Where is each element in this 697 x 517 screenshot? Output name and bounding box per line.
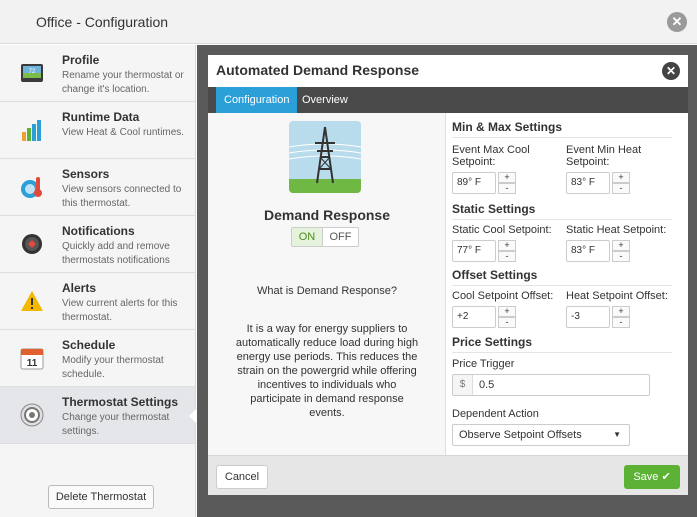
sensor-icon xyxy=(20,175,44,199)
increment-button[interactable]: + xyxy=(612,240,630,251)
sidebar-item-notifications[interactable]: Notifications Quickly add and remove the… xyxy=(0,216,195,273)
sidebar-item-title: Sensors xyxy=(62,167,110,181)
cancel-button[interactable]: Cancel xyxy=(216,465,268,489)
settings-icon xyxy=(20,403,44,427)
heat-offset-value[interactable]: -3 xyxy=(566,306,610,328)
increment-button[interactable]: + xyxy=(612,172,630,183)
tab-overview[interactable]: Overview xyxy=(294,87,356,113)
checkmark-icon: ✔ xyxy=(661,471,671,483)
static-heat-label: Static Heat Setpoint: xyxy=(566,224,667,236)
max-cool-value[interactable]: 89° F xyxy=(452,172,496,194)
sidebar-item-description: Change your thermostat settings. xyxy=(62,412,170,437)
modal-header: Automated Demand Response ✕ xyxy=(208,55,688,87)
section-heading-static: Static Settings xyxy=(452,202,672,220)
sidebar-item-alerts[interactable]: Alerts View current alerts for this ther… xyxy=(0,273,195,330)
window-titlebar: Office - Configuration ✕ xyxy=(0,0,697,44)
svg-text:72: 72 xyxy=(29,69,36,75)
sidebar-item-schedule[interactable]: 11 Schedule Modify your thermostat sched… xyxy=(0,330,195,387)
save-label: Save xyxy=(633,471,659,483)
sidebar-item-description: Quickly add and remove thermostats notif… xyxy=(62,241,170,266)
price-trigger-label: Price Trigger xyxy=(452,358,515,370)
sidebar-item-title: Thermostat Settings xyxy=(62,395,179,409)
cool-offset-value[interactable]: +2 xyxy=(452,306,496,328)
toggle-off[interactable]: OFF xyxy=(322,228,358,246)
dependent-action-select[interactable]: Observe Setpoint Offsets ▼ xyxy=(452,424,630,446)
static-heat-value[interactable]: 83° F xyxy=(566,240,610,262)
increment-button[interactable]: + xyxy=(498,240,516,251)
decrement-button[interactable]: - xyxy=(612,251,630,262)
window-close-icon[interactable]: ✕ xyxy=(667,12,687,32)
sidebar-item-title: Runtime Data xyxy=(62,110,140,124)
section-heading-price: Price Settings xyxy=(452,335,672,353)
sidebar-item-runtime-data[interactable]: Runtime Data View Heat & Cool runtimes. xyxy=(0,102,195,159)
close-icon[interactable]: ✕ xyxy=(662,62,680,80)
decrement-button[interactable]: - xyxy=(612,183,630,194)
heat-offset-stepper[interactable]: -3 + - xyxy=(566,306,636,328)
sidebar-item-title: Profile xyxy=(62,53,100,67)
demand-response-toggle[interactable]: ON OFF xyxy=(291,227,359,247)
increment-button[interactable]: + xyxy=(498,172,516,183)
max-cool-stepper[interactable]: 89° F + - xyxy=(452,172,522,194)
demand-response-title: Demand Response xyxy=(263,207,391,223)
sidebar-item-description: View sensors connected to this thermosta… xyxy=(62,184,182,209)
notification-icon xyxy=(20,232,44,256)
sidebar-item-sensors[interactable]: Sensors View sensors connected to this t… xyxy=(0,159,195,216)
dependent-action-label: Dependent Action xyxy=(452,408,539,420)
min-heat-label: Event Min Heat Setpoint: xyxy=(566,144,642,168)
static-cool-label: Static Cool Setpoint: xyxy=(452,224,552,236)
decrement-button[interactable]: - xyxy=(612,317,630,328)
static-cool-stepper[interactable]: 77° F + - xyxy=(452,240,522,262)
save-button[interactable]: Save ✔ xyxy=(624,465,680,489)
sidebar: 72 Profile Rename your thermostat or cha… xyxy=(0,45,196,517)
static-heat-stepper[interactable]: 83° F + - xyxy=(566,240,636,262)
section-heading-minmax: Min & Max Settings xyxy=(452,120,672,138)
power-tower-icon xyxy=(289,121,361,193)
settings-pane: Min & Max Settings Event Max Cool Setpoi… xyxy=(447,113,688,455)
sidebar-item-profile[interactable]: 72 Profile Rename your thermostat or cha… xyxy=(0,45,195,102)
section-heading-offset: Offset Settings xyxy=(452,268,672,286)
decrement-button[interactable]: - xyxy=(498,251,516,262)
demand-response-modal: Automated Demand Response ✕ Configuratio… xyxy=(208,55,688,495)
decrement-button[interactable]: - xyxy=(498,183,516,194)
calendar-icon: 11 xyxy=(20,346,44,370)
tab-bar: Configuration Overview xyxy=(208,87,688,113)
sidebar-item-description: View current alerts for this thermostat. xyxy=(62,298,178,323)
sidebar-item-thermostat-settings[interactable]: Thermostat Settings Change your thermost… xyxy=(0,387,196,444)
price-trigger-value[interactable]: 0.5 xyxy=(479,375,494,395)
static-cool-value[interactable]: 77° F xyxy=(452,240,496,262)
demand-response-info: Demand Response ON OFF What is Demand Re… xyxy=(208,113,446,455)
decrement-button[interactable]: - xyxy=(498,317,516,328)
sidebar-item-description: View Heat & Cool runtimes. xyxy=(62,127,185,138)
active-indicator xyxy=(189,409,196,423)
cool-offset-stepper[interactable]: +2 + - xyxy=(452,306,522,328)
min-heat-stepper[interactable]: 83° F + - xyxy=(566,172,636,194)
dependent-action-value[interactable]: Observe Setpoint Offsets xyxy=(459,429,582,441)
toggle-on[interactable]: ON xyxy=(292,228,322,246)
modal-title: Automated Demand Response xyxy=(216,62,420,78)
window-title: Office - Configuration xyxy=(36,14,169,30)
increment-button[interactable]: + xyxy=(498,306,516,317)
max-cool-label: Event Max Cool Setpoint: xyxy=(452,144,530,168)
calendar-day: 11 xyxy=(27,358,38,369)
heat-offset-label: Heat Setpoint Offset: xyxy=(566,290,668,302)
price-trigger-input[interactable]: $ 0.5 xyxy=(452,374,650,396)
delete-thermostat-button[interactable]: Delete Thermostat xyxy=(48,485,154,509)
increment-button[interactable]: + xyxy=(612,306,630,317)
tab-configuration[interactable]: Configuration xyxy=(216,87,298,113)
demand-response-description: It is a way for energy suppliers to auto… xyxy=(235,323,419,419)
sidebar-item-title: Schedule xyxy=(62,338,116,352)
sidebar-item-title: Notifications xyxy=(62,224,135,238)
bar-chart-icon xyxy=(20,118,44,142)
thermostat-profile-icon: 72 xyxy=(20,61,44,85)
cool-offset-label: Cool Setpoint Offset: xyxy=(452,290,554,302)
sidebar-item-description: Rename your thermostat or change it's lo… xyxy=(62,70,184,95)
sidebar-item-title: Alerts xyxy=(62,281,97,295)
what-is-heading: What is Demand Response? xyxy=(256,285,397,297)
warning-icon xyxy=(20,289,44,313)
currency-symbol: $ xyxy=(453,375,473,395)
sidebar-item-description: Modify your thermostat schedule. xyxy=(62,355,164,380)
min-heat-value[interactable]: 83° F xyxy=(566,172,610,194)
modal-footer: Cancel Save ✔ xyxy=(208,455,688,495)
chevron-down-icon: ▼ xyxy=(613,430,621,439)
